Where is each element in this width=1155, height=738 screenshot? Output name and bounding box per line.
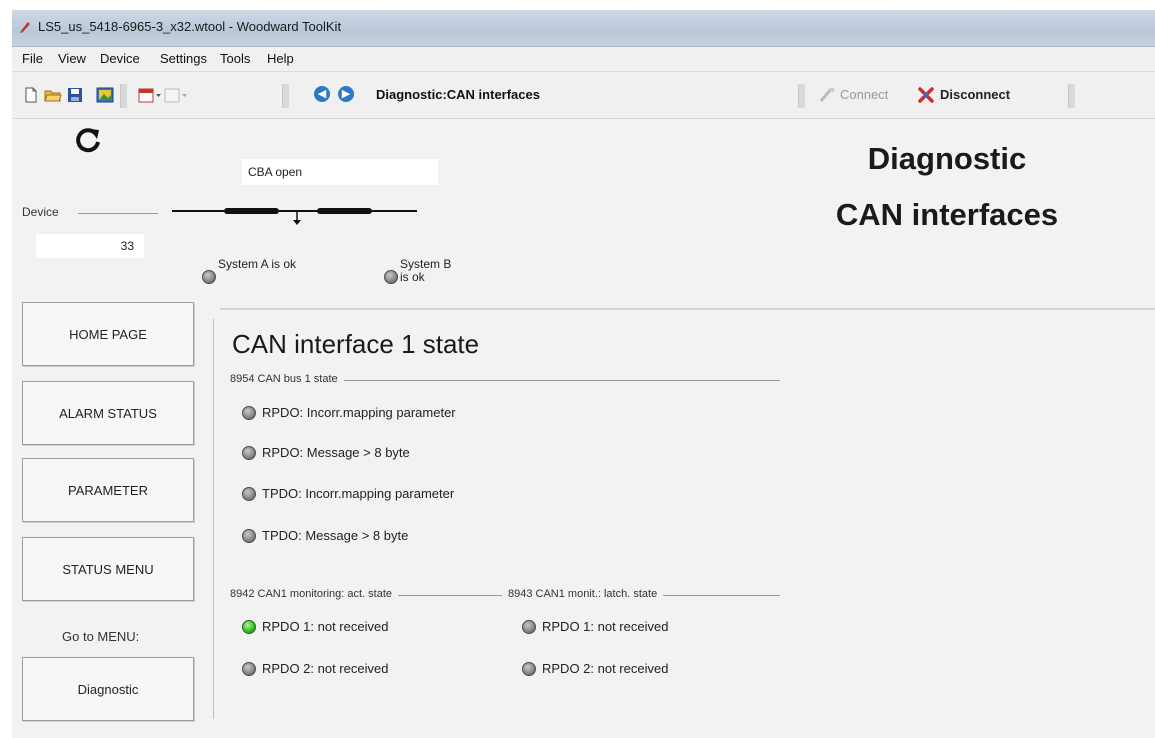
device-number-field: 33 <box>36 234 144 258</box>
page-title-line1: Diagnostic <box>867 141 1027 176</box>
goto-menu-label: Go to MENU: <box>62 629 140 644</box>
toolbar-separator <box>120 84 127 108</box>
menu-settings[interactable]: Settings <box>160 51 207 66</box>
monitoring-item-led <box>242 662 256 676</box>
latch-item-label: RPDO 1: not received <box>542 619 669 634</box>
page-title: Diagnostic CAN interfaces <box>792 131 1102 243</box>
disconnect-icon[interactable] <box>917 86 935 104</box>
title-bar: LS5_us_5418-6965-3_x32.wtool - Woodward … <box>12 10 1155 47</box>
header-divider <box>220 308 1155 310</box>
device-label: Device <box>22 205 59 219</box>
monitoring-item-led <box>242 620 256 634</box>
back-icon[interactable]: ◀ <box>314 86 330 102</box>
latch-item-led <box>522 620 536 634</box>
refresh-icon[interactable] <box>72 124 104 156</box>
bus-item-label: RPDO: Message > 8 byte <box>262 445 410 460</box>
connect-button[interactable]: Connect <box>840 87 888 102</box>
disconnect-button[interactable]: Disconnect <box>940 87 1010 102</box>
menu-tools[interactable]: Tools <box>220 51 250 66</box>
menu-device[interactable]: Device <box>100 51 140 66</box>
window-title: LS5_us_5418-6965-3_x32.wtool - Woodward … <box>38 19 342 34</box>
bus-item-led <box>242 446 256 460</box>
latch-group-label: 8943 CAN1 monit.: latch. state <box>502 588 664 600</box>
bus-item-label: RPDO: Incorr.mapping parameter <box>262 405 456 420</box>
calendar-icon[interactable] <box>138 86 162 104</box>
latch-item-led <box>522 662 536 676</box>
app-icon <box>19 22 30 33</box>
monitoring-item-label: RPDO 1: not received <box>262 619 389 634</box>
parameter-button[interactable]: PARAMETER <box>22 458 194 522</box>
toolbar-separator <box>1068 84 1075 108</box>
toolbar-separator <box>798 84 805 108</box>
bus-item-label: TPDO: Incorr.mapping parameter <box>262 486 455 501</box>
bus-item-led <box>242 487 256 501</box>
breaker-single-line-diagram <box>172 208 417 225</box>
system-b-status-led <box>384 270 398 284</box>
toolbar: ◀ ▶ Diagnostic:CAN interfaces Connect Di… <box>12 72 1155 119</box>
page-icon <box>164 88 187 103</box>
alarm-status-button[interactable]: ALARM STATUS <box>22 381 194 445</box>
new-file-icon[interactable] <box>22 86 40 104</box>
monitoring-group-label: 8942 CAN1 monitoring: act. state <box>230 588 399 600</box>
menu-bar: File View Device Settings Tools Help <box>12 47 1155 72</box>
status-menu-button[interactable]: STATUS MENU <box>22 537 194 601</box>
main-content: CBA open Device 33 System A is ok System… <box>12 119 1155 738</box>
bus-group-label: 8954 CAN bus 1 state <box>230 373 344 385</box>
open-folder-icon[interactable] <box>44 86 62 104</box>
toolbar-separator <box>282 84 289 108</box>
section-title: CAN interface 1 state <box>232 329 480 359</box>
bus-item-label: TPDO: Message > 8 byte <box>262 528 409 543</box>
device-divider <box>78 213 158 214</box>
system-a-status: System A is ok <box>218 257 297 271</box>
latch-item-label: RPDO 2: not received <box>542 661 669 676</box>
system-a-status-led <box>202 270 216 284</box>
cba-status-field: CBA open <box>242 159 438 185</box>
bus-item-led <box>242 529 256 543</box>
bus-item-led <box>242 406 256 420</box>
connect-icon[interactable] <box>818 86 836 104</box>
menu-file[interactable]: File <box>22 51 43 66</box>
monitoring-item-label: RPDO 2: not received <box>262 661 389 676</box>
menu-view[interactable]: View <box>58 51 86 66</box>
diagnostic-button[interactable]: Diagnostic <box>22 657 194 721</box>
home-page-button[interactable]: HOME PAGE <box>22 302 194 366</box>
app-window: LS5_us_5418-6965-3_x32.wtool - Woodward … <box>12 10 1155 738</box>
image-icon[interactable] <box>96 86 114 104</box>
page-title-line2: CAN interfaces <box>835 197 1059 232</box>
system-b-status: System B is ok <box>400 257 452 284</box>
menu-help[interactable]: Help <box>267 51 294 66</box>
sidebar-divider <box>213 319 214 719</box>
breadcrumb: Diagnostic:CAN interfaces <box>376 87 540 102</box>
forward-icon[interactable]: ▶ <box>338 86 354 102</box>
save-icon[interactable] <box>66 86 84 104</box>
